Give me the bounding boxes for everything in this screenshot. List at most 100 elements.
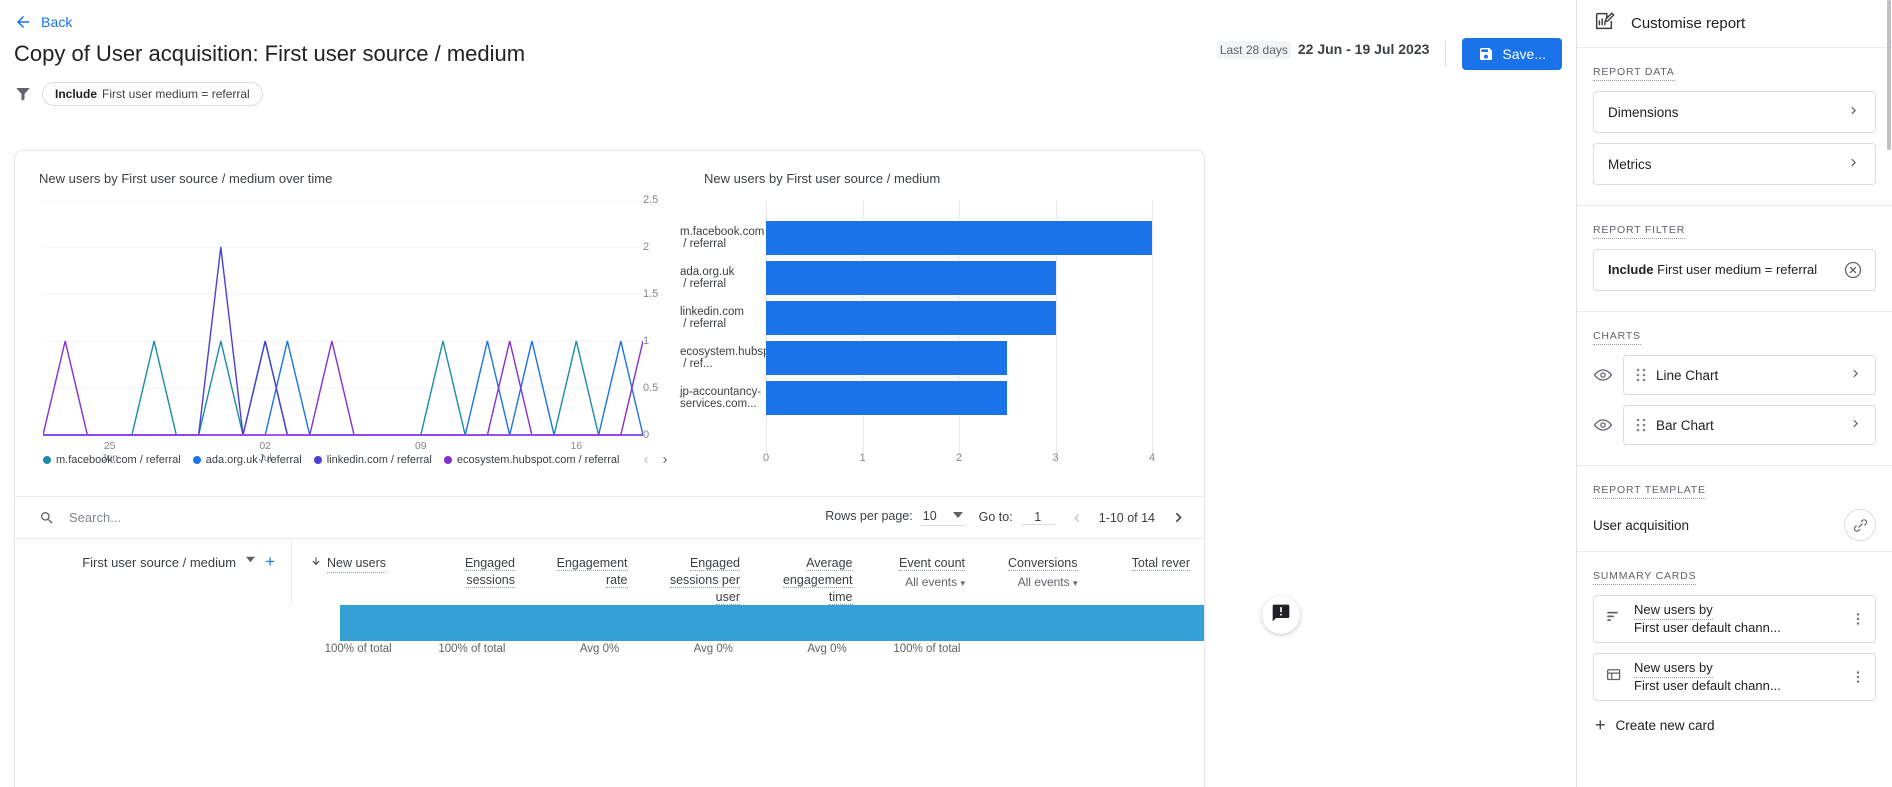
- table-pagination: Rows per page: 10 Go to: 1 1-10 of 14: [825, 508, 1188, 527]
- table-toolbar: Rows per page: 10 Go to:: [15, 496, 1204, 538]
- legend-item[interactable]: ecosystem.hubspot.com / referral: [443, 454, 620, 466]
- bar-x-tick: 3: [1052, 452, 1059, 464]
- metric-header[interactable]: Total rever: [1092, 539, 1205, 605]
- plus-icon: +: [1595, 715, 1606, 735]
- date-range-value: 22 Jun - 19 Jul 2023: [1297, 41, 1430, 57]
- clear-circle-icon[interactable]: [1843, 260, 1863, 280]
- line-chart-pane: New users by First user source / medium …: [15, 151, 680, 496]
- bar-fill[interactable]: [766, 301, 1056, 335]
- eye-icon[interactable]: [1593, 415, 1613, 435]
- bar-fill[interactable]: [766, 341, 1008, 375]
- legend-item[interactable]: m.facebook.com / referral: [43, 454, 181, 466]
- legend-item[interactable]: ada.org.uk / referral: [192, 454, 302, 466]
- more-vert-icon[interactable]: [1849, 669, 1867, 685]
- prev-page-button[interactable]: [1069, 510, 1085, 526]
- metric-header[interactable]: New users: [292, 539, 417, 605]
- date-range-picker[interactable]: Last 28 days 22 Jun - 19 Jul 2023: [1216, 41, 1447, 67]
- summary-card-1[interactable]: New users by First user default chann...: [1593, 595, 1876, 643]
- more-vert-icon[interactable]: [1849, 611, 1867, 627]
- sidebar-filter-text: Include First user medium = referral: [1608, 261, 1817, 279]
- arrow-down-icon[interactable]: [310, 555, 322, 572]
- metric-header-label: Engaged sessions per user: [669, 556, 740, 605]
- chevron-right-icon: [1848, 416, 1863, 435]
- section-report-data: Report data Dimensions Metrics: [1577, 48, 1892, 205]
- legend-item[interactable]: linkedin.com / referral: [313, 454, 432, 466]
- line-y-tick: 1.5: [643, 288, 659, 300]
- save-button[interactable]: Save...: [1462, 38, 1562, 70]
- summary-card-2[interactable]: New users by First user default chann...: [1593, 653, 1876, 701]
- rows-per-page[interactable]: Rows per page: 10: [825, 509, 965, 526]
- metric-sub[interactable]: All events ▾: [985, 574, 1078, 592]
- bar-fill[interactable]: [766, 221, 1152, 255]
- create-new-card-button[interactable]: + Create new card: [1593, 711, 1876, 740]
- save-label: Save...: [1502, 46, 1546, 62]
- bar-x-tick: 1: [859, 452, 866, 464]
- bar-fill[interactable]: [766, 381, 1008, 415]
- feedback-button[interactable]: [1262, 596, 1300, 634]
- legend-label: m.facebook.com / referral: [56, 453, 181, 466]
- legend-prev-button[interactable]: ‹: [644, 451, 649, 468]
- date-range-preset: Last 28 days: [1216, 41, 1291, 59]
- report-template-value: User acquisition: [1593, 517, 1690, 533]
- chevron-down-icon[interactable]: [246, 555, 256, 566]
- total-value: Avg 0%: [579, 643, 620, 655]
- unlink-template-icon[interactable]: [1844, 509, 1876, 541]
- goto-page[interactable]: Go to:: [979, 510, 1055, 525]
- bar-chart-row: linkedin.com / referral: [680, 298, 1152, 338]
- section-summary-cards: Summary cards New users by First user de…: [1577, 551, 1892, 750]
- drag-handle-icon[interactable]: [1636, 367, 1646, 383]
- rows-per-page-select[interactable]: 10: [920, 509, 965, 526]
- sidebar-item-metrics[interactable]: Metrics: [1593, 143, 1876, 185]
- drag-handle-icon[interactable]: [1636, 417, 1646, 433]
- dimension-header[interactable]: First user source / medium +: [15, 539, 292, 605]
- metric-header[interactable]: Average engagement time: [754, 539, 867, 605]
- sidebar-item-dimensions[interactable]: Dimensions: [1593, 91, 1876, 133]
- total-value: Avg 0%: [807, 643, 847, 655]
- table-search[interactable]: [39, 510, 369, 526]
- eye-icon[interactable]: [1593, 365, 1613, 385]
- bar-gridline: [1152, 200, 1153, 455]
- metric-sub[interactable]: All events ▾: [873, 574, 965, 592]
- legend-next-button[interactable]: ›: [663, 451, 668, 468]
- summary-card-2-line1: New users by: [1634, 660, 1713, 678]
- arrow-left-icon: [14, 13, 32, 31]
- bar-card-icon: [1605, 608, 1623, 631]
- feedback-icon: [1271, 603, 1291, 628]
- next-page-button[interactable]: [1169, 508, 1188, 527]
- search-icon: [39, 510, 55, 526]
- table-card-icon: [1605, 666, 1623, 689]
- metric-header[interactable]: Engaged sessions: [417, 539, 530, 605]
- total-value: 100% of total: [324, 643, 392, 655]
- bar-track: [766, 378, 1152, 418]
- section-report-template: Report template User acquisition: [1577, 465, 1892, 551]
- summary-card-1-line2: First user default chann...: [1634, 620, 1781, 635]
- metric-header[interactable]: Conversions All events ▾: [979, 539, 1092, 605]
- bar-fill[interactable]: [766, 261, 1056, 295]
- sidebar-header: Customise report: [1577, 0, 1892, 48]
- sidebar-filter-item[interactable]: Include First user medium = referral: [1593, 249, 1876, 291]
- line-y-tick: 2.5: [643, 194, 659, 206]
- line-y-tick: 0.5: [643, 382, 659, 394]
- filter-funnel-icon: [14, 85, 32, 103]
- report-filter-chip[interactable]: Include First user medium = referral: [42, 82, 263, 106]
- bar-x-tick: 4: [1148, 452, 1156, 464]
- sidebar-scrollbar[interactable]: [1887, 0, 1891, 150]
- chart-box-bar[interactable]: Bar Chart: [1623, 405, 1876, 445]
- total-value: [1088, 643, 1202, 655]
- search-input[interactable]: [69, 510, 369, 525]
- summary-card-1-line1: New users by: [1634, 602, 1713, 620]
- metric-header[interactable]: Event count All events ▾: [867, 539, 980, 605]
- chart-box-line[interactable]: Line Chart: [1623, 355, 1876, 395]
- bar-chart-rows: m.facebook.com / referral ada.org.uk / re…: [680, 218, 1152, 418]
- charts-row: New users by First user source / medium …: [15, 151, 1204, 496]
- add-dimension-button[interactable]: +: [265, 553, 275, 570]
- metric-header[interactable]: Engaged sessions per user: [642, 539, 755, 605]
- back-label[interactable]: Back: [41, 14, 73, 30]
- sidebar-chart-bar: Bar Chart: [1593, 405, 1876, 445]
- goto-input[interactable]: [1020, 510, 1055, 525]
- metric-header[interactable]: Engagement rate: [529, 539, 642, 605]
- metric-header-label: Event count: [898, 556, 965, 571]
- sidebar-title: Customise report: [1631, 15, 1746, 32]
- filter-chip-text: First user medium = referral: [102, 87, 250, 101]
- back-navigation[interactable]: Back: [0, 0, 1576, 34]
